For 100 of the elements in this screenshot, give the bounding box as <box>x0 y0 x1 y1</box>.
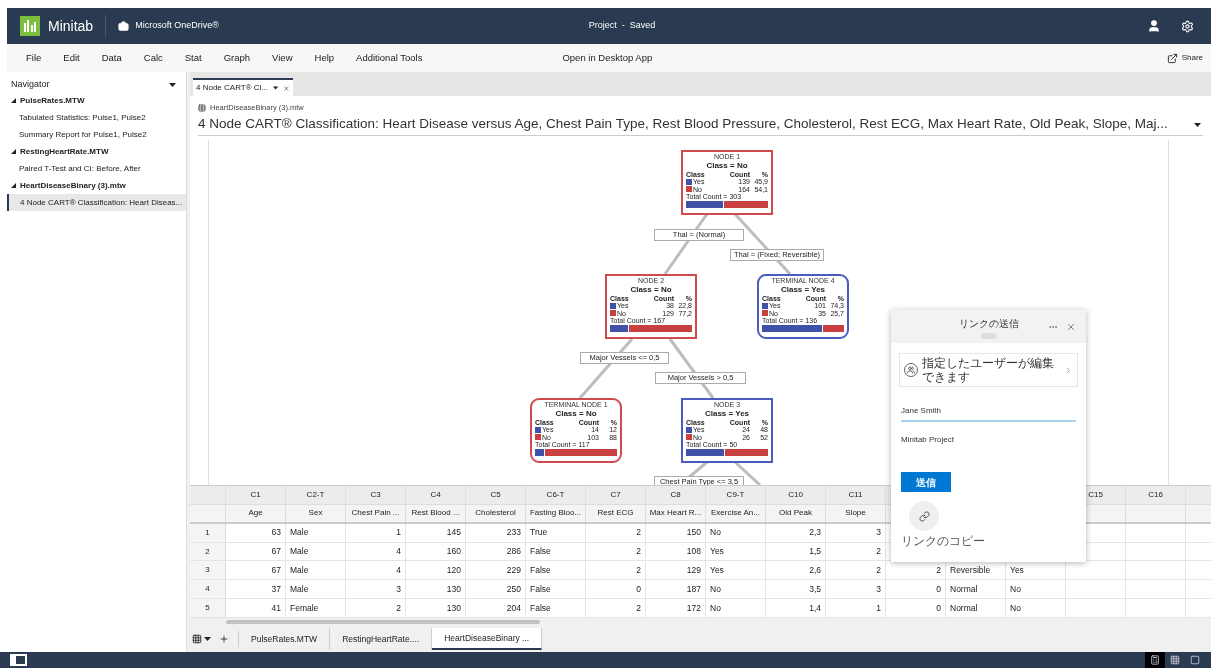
sheet-tab[interactable]: PulseRates.MTW <box>239 628 331 650</box>
settings-icon[interactable] <box>1181 19 1194 33</box>
table-cell: False <box>526 561 586 580</box>
column-id[interactable]: C8 <box>646 486 706 504</box>
panel-toggle-icon[interactable] <box>10 654 27 666</box>
add-sheet-icon[interactable] <box>219 634 229 644</box>
column-name[interactable]: Chest Pain ... <box>346 504 406 522</box>
sheet-menu-button[interactable] <box>192 634 211 644</box>
column-name[interactable]: Rest ECG <box>586 504 646 522</box>
app-logo-icon <box>20 16 40 36</box>
table-cell: 41 <box>226 599 286 618</box>
share-button[interactable]: Share <box>1166 52 1203 64</box>
column-name[interactable]: Exercise An... <box>706 504 766 522</box>
table-cell: 160 <box>406 542 466 561</box>
table-cell: 67 <box>226 542 286 561</box>
column-id[interactable]: C1 <box>226 486 286 504</box>
navigator-group[interactable]: RestingHeartRate.MTW <box>20 145 109 158</box>
share-icon <box>1166 52 1178 64</box>
table-cell: 204 <box>466 599 526 618</box>
row-number[interactable]: 5 <box>190 599 226 618</box>
table-cell: 2 <box>826 561 886 580</box>
table-cell: 187 <box>646 580 706 599</box>
column-id[interactable]: C9-T <box>706 486 766 504</box>
table-cell: 229 <box>466 561 526 580</box>
row-number[interactable]: 4 <box>190 580 226 599</box>
send-button[interactable]: 送信 <box>901 472 951 492</box>
open-desktop-link[interactable]: Open in Desktop App <box>562 50 653 66</box>
menu-item[interactable]: File <box>26 50 42 66</box>
column-name[interactable]: Rest Blood ... <box>406 504 466 522</box>
copy-link-button[interactable] <box>909 501 939 531</box>
expand-triangle-icon[interactable] <box>11 98 16 103</box>
close-icon[interactable] <box>1066 322 1076 332</box>
menu-item[interactable]: View <box>272 50 293 66</box>
table-cell: False <box>526 599 586 618</box>
column-id[interactable]: C6-T <box>526 486 586 504</box>
column-name[interactable]: Fasting Bloo... <box>526 504 586 522</box>
table-cell: Male <box>286 523 346 542</box>
menu-item[interactable]: Graph <box>223 50 251 66</box>
column-id[interactable]: C5 <box>466 486 526 504</box>
table-cell: 108 <box>646 542 706 561</box>
message-text[interactable]: Minitab Project <box>901 434 1076 446</box>
grid-icon <box>1170 655 1180 665</box>
menu-item[interactable]: Calc <box>143 50 163 66</box>
column-id[interactable]: C3 <box>346 486 406 504</box>
horizontal-scrollbar[interactable] <box>226 620 540 624</box>
column-id[interactable]: C16 <box>1126 486 1186 504</box>
menu-item[interactable]: Help <box>314 50 335 66</box>
column-name[interactable]: Age <box>226 504 286 522</box>
document-tab[interactable]: 4 Node CART® Cl... <box>193 78 293 96</box>
table-cell: 2 <box>586 561 646 580</box>
menu-item[interactable]: Edit <box>63 50 80 66</box>
sheet-tab[interactable]: HeartDiseaseBinary ... <box>432 628 543 650</box>
expand-triangle-icon[interactable] <box>11 183 16 188</box>
menu-item[interactable]: Data <box>101 50 122 66</box>
expand-triangle-icon[interactable] <box>11 149 16 154</box>
table-cell: True <box>526 523 586 542</box>
table-cell: 3 <box>346 580 406 599</box>
column-id[interactable]: C4 <box>406 486 466 504</box>
column-name[interactable]: Old Peak <box>766 504 826 522</box>
node-class: Class = Yes <box>703 408 751 418</box>
table-cell: Male <box>286 580 346 599</box>
user-icon[interactable] <box>1147 19 1161 33</box>
navigator-item[interactable]: Tabulated Statistics: Pulse1, Pulse2 <box>7 109 186 126</box>
navigator-item[interactable]: Summary Report for Pulse1, Pulse2 <box>7 126 186 143</box>
table-cell: 2 <box>346 599 406 618</box>
table-cell: 1,4 <box>766 599 826 618</box>
column-name[interactable]: Max Heart R... <box>646 504 706 522</box>
table-cell: 0 <box>586 580 646 599</box>
column-id[interactable]: C10 <box>766 486 826 504</box>
table-cell: 130 <box>406 580 466 599</box>
table-cell: 0 <box>886 580 946 599</box>
close-icon[interactable] <box>283 83 290 93</box>
navigator-item[interactable]: 4 Node CART® Classification: Heart Diseas... <box>7 194 186 211</box>
table-cell: 2 <box>586 599 646 618</box>
table-cell: 0 <box>886 599 946 618</box>
table-cell: 172 <box>646 599 706 618</box>
navigator-item[interactable]: Paired T-Test and CI: Before, After <box>7 160 186 177</box>
dropdown-caret-icon <box>1194 122 1201 127</box>
recipient-field[interactable]: Jane Smith <box>901 401 1076 422</box>
navigator-title: Navigator <box>11 78 50 92</box>
row-number[interactable]: 3 <box>190 561 226 580</box>
calculator-icon <box>1150 655 1160 665</box>
menu-item[interactable]: Additional Tools <box>356 50 423 66</box>
table-cell: No <box>1006 599 1066 618</box>
permission-selector[interactable]: 指定したユーザーが編集できます <box>899 353 1078 387</box>
table-cell: Normal <box>946 580 1006 599</box>
navigator-group[interactable]: PulseRates.MTW <box>20 94 85 107</box>
table-cell: 130 <box>406 599 466 618</box>
navigator-group[interactable]: HeartDiseaseBinary (3).mtw <box>20 179 126 192</box>
column-name[interactable]: Cholesterol <box>466 504 526 522</box>
column-id[interactable]: C11 <box>826 486 886 504</box>
column-name[interactable]: Slope <box>826 504 886 522</box>
view-button[interactable] <box>1145 652 1165 668</box>
table-cell: 3 <box>826 580 886 599</box>
column-id[interactable]: C7 <box>586 486 646 504</box>
menu-item[interactable]: Stat <box>184 50 202 66</box>
column-id[interactable]: C2-T <box>286 486 346 504</box>
table-cell: Yes <box>706 542 766 561</box>
table-cell: 2 <box>586 542 646 561</box>
column-name[interactable]: Sex <box>286 504 346 522</box>
